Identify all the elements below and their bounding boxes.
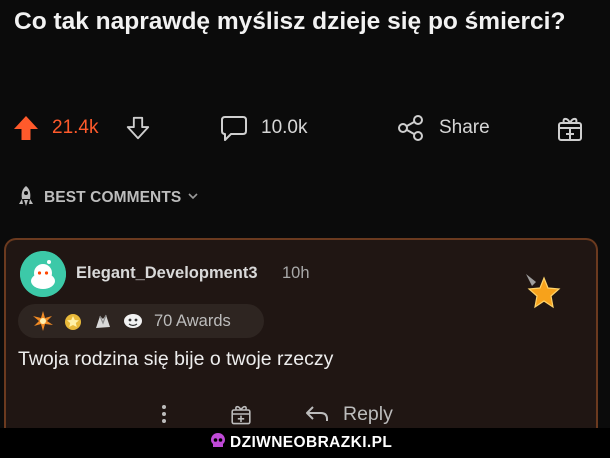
post-action-bar: 21.4k 10.0k Share [0, 107, 610, 149]
awards-pill[interactable]: 70 Awards [18, 304, 264, 338]
vote-score: 21.4k [52, 117, 99, 138]
footer-watermark-bar: DZIWNEOBRAZKI.PL [0, 428, 610, 458]
more-options-icon[interactable] [154, 396, 174, 432]
reply-button[interactable]: Reply [343, 396, 393, 432]
post-title: Co tak naprawdę myślisz dzieje się po śm… [14, 8, 566, 35]
rocket-icon [14, 184, 38, 213]
sort-comments-dropdown[interactable]: BEST COMMENTS [14, 184, 199, 212]
gift-box-icon[interactable] [550, 107, 590, 149]
watermark-text: DZIWNEOBRAZKI.PL [230, 434, 393, 451]
share-icon[interactable] [391, 107, 431, 149]
hands-award-icon [90, 308, 116, 334]
comment-username[interactable]: Elegant_Development3 [76, 264, 258, 283]
reply-arrow-icon[interactable] [302, 396, 332, 432]
chevron-down-icon [187, 189, 199, 207]
burst-award-icon [30, 308, 56, 334]
comment-card: Elegant_Development3 10h 70 Awards Twoja… [4, 238, 598, 458]
star-award-icon [522, 272, 562, 317]
comment-action-bar: Reply [6, 396, 600, 432]
downvote-icon[interactable] [120, 107, 156, 149]
comment-bubble-icon[interactable] [214, 107, 254, 149]
sort-label: BEST COMMENTS [44, 189, 182, 206]
comment-timestamp: 10h [282, 264, 310, 282]
awards-count: 70 Awards [154, 311, 231, 330]
medal-award-icon [60, 308, 86, 334]
avatar[interactable] [20, 251, 66, 297]
upvote-icon[interactable] [8, 107, 44, 149]
comment-body: Twoja rodzina się bije o twoje rzeczy [18, 348, 334, 370]
watermark: DZIWNEOBRAZKI.PL [210, 432, 393, 455]
comment-count[interactable]: 10.0k [261, 107, 307, 149]
bubble-award-icon [120, 308, 146, 334]
give-award-icon[interactable] [226, 396, 256, 432]
skull-logo-icon [210, 432, 226, 455]
share-button[interactable]: Share [439, 107, 490, 149]
